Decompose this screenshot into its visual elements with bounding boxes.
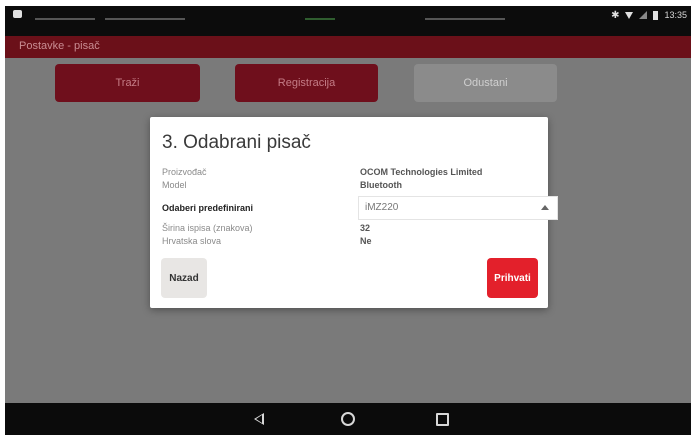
home-icon[interactable] — [341, 412, 355, 426]
wifi-icon — [625, 11, 634, 19]
printer-select[interactable]: iMZ220 — [358, 196, 558, 220]
model-value: Bluetooth — [360, 180, 402, 190]
croatian-letters-label: Hrvatska slova — [162, 236, 222, 246]
battery-icon — [653, 10, 659, 20]
page-title: Postavke - pisač — [19, 40, 100, 52]
signal-icon — [639, 11, 648, 19]
model-label: Model — [162, 180, 187, 190]
notification-icon — [13, 10, 22, 18]
status-bar-ghost — [105, 18, 185, 20]
chevron-up-icon — [541, 205, 549, 210]
print-width-value: 32 — [360, 223, 371, 233]
clock: 13:35 — [664, 10, 687, 20]
manufacturer-label: Proizvođač — [162, 167, 207, 177]
back-icon[interactable] — [254, 413, 264, 425]
status-bar: ✱ 13:35 — [5, 6, 691, 36]
bluetooth-icon: ✱ — [611, 9, 620, 21]
search-button[interactable]: Traži — [55, 64, 200, 102]
status-bar-ghost — [35, 18, 95, 20]
status-bar-ghost — [305, 18, 335, 20]
predefined-label: Odaberi predefinirani — [162, 203, 254, 213]
dialog-title: 3. Odabrani pisač — [162, 132, 311, 153]
recents-icon[interactable] — [436, 413, 449, 426]
printer-dialog: 3. Odabrani pisač Proizvođač OCOM Techno… — [150, 117, 558, 308]
status-bar-ghost — [425, 18, 505, 20]
accept-button[interactable]: Prihvati — [487, 258, 538, 298]
print-width-label: Širina ispisa (znakova) — [162, 223, 253, 233]
croatian-letters-value: Ne — [360, 236, 372, 246]
printer-select-value: iMZ220 — [365, 202, 399, 213]
navigation-bar — [5, 403, 691, 435]
back-button[interactable]: Nazad — [161, 258, 207, 298]
system-icons: ✱ 13:35 — [611, 10, 687, 20]
app-bar: Postavke - pisač — [5, 36, 691, 58]
register-button[interactable]: Registracija — [235, 64, 378, 102]
manufacturer-value: OCOM Technologies Limited — [360, 167, 483, 177]
cancel-button[interactable]: Odustani — [414, 64, 557, 102]
